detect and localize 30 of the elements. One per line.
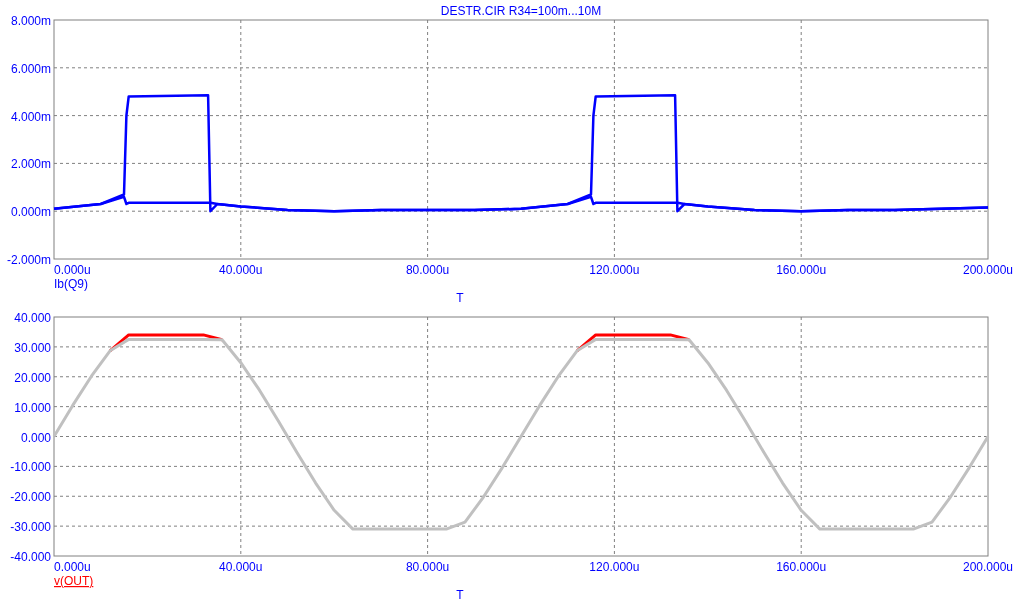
axis-tick-label: 4.000m [10,109,51,124]
axis-tick-label: 2.000m [10,157,51,172]
chart-title: DESTR.CIR R34=100m...10M [440,4,602,18]
axis-tick-label: 0.000m [10,205,51,220]
axis-tick-label: 120.000u [589,560,640,574]
axis-tick-label: 80.000u [405,560,450,574]
axis-label: T [456,588,464,601]
axis-tick-label: 0.000u [54,263,91,277]
axis-tick-label: -20.000 [10,490,51,505]
axis-tick-label: 0.000u [54,560,91,574]
axis-tick-label: 30.000 [14,340,51,355]
axis-label: T [456,291,464,304]
axis-tick-label: 8.000m [10,14,51,28]
axis-tick-label: -2.000m [6,253,51,267]
axis-tick-label: 10.000 [14,400,51,415]
axis-tick-label: 40.000u [219,263,263,277]
axis-tick-label: 6.000m [10,61,51,76]
axis-tick-label: -40.000 [10,550,51,564]
axis-tick-label: -10.000 [10,460,51,475]
axis-tick-label: 0.000 [20,430,51,445]
axis-tick-label: 200.000u [962,560,1014,574]
axis-tick-label: 160.000u [776,263,827,277]
axis-tick-label: 120.000u [589,263,640,277]
axis-tick-label: 40.000 [14,311,51,325]
axis-tick-label: 160.000u [776,560,827,574]
axis-tick-label: 20.000 [14,370,51,385]
axis-tick-label: 200.000u [962,263,1014,277]
axis-tick-label: -30.000 [10,520,51,535]
axis-tick-label: 40.000u [219,560,263,574]
axis-tick-label: 80.000u [405,263,450,277]
